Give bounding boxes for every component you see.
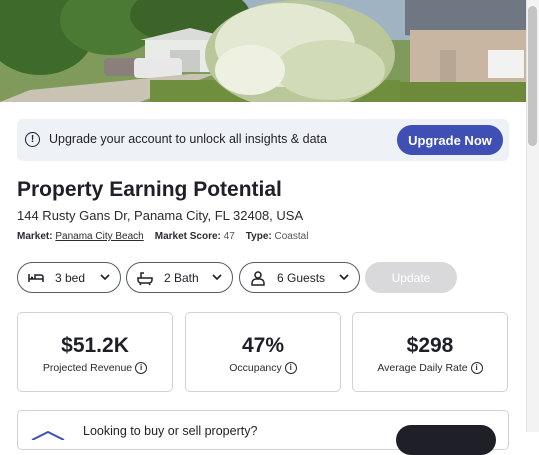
stat-card-occupancy: 47% Occupancy i [185,312,341,392]
bath-select[interactable]: 2 Bath [126,262,233,293]
update-button[interactable]: Update [365,262,457,293]
house-icon [30,427,66,445]
promo-button[interactable] [396,425,496,455]
promo-card: Looking to buy or sell property? [17,410,509,455]
market-score-label: Market Score: [154,231,221,242]
market-score-value: 47 [223,231,235,242]
info-icon[interactable]: i [135,362,148,375]
bed-select[interactable]: 3 bed [17,262,121,293]
stat-card-revenue: $51.2K Projected Revenue i [17,312,173,392]
type-value: Coastal [274,231,309,242]
stat-label-text: Projected Revenue [42,362,133,374]
promo-text: Looking to buy or sell property? [83,424,258,438]
stat-card-adr: $298 Average Daily Rate i [352,312,508,392]
info-icon[interactable]: i [284,362,297,375]
stat-value: $51.2K [61,334,129,357]
market-label: Market: [17,231,53,242]
info-icon[interactable]: i [470,362,483,375]
page-title: Property Earning Potential [17,178,282,201]
guests-select-value: 6 Guests [277,271,326,285]
stat-label: Projected Revenue i [18,362,172,375]
bath-select-value: 2 Bath [164,271,199,285]
person-icon [250,270,266,289]
chevron-down-icon [98,269,112,288]
chevron-down-icon [337,269,351,288]
property-photo [0,0,526,102]
bed-select-value: 3 bed [55,271,86,285]
stat-value: $298 [406,334,454,357]
upgrade-banner-text: Upgrade your account to unlock all insig… [49,132,327,146]
scrollbar-thumb[interactable] [528,6,537,146]
property-address: 144 Rusty Gans Dr, Panama City, FL 32408… [17,208,304,223]
guests-select[interactable]: 6 Guests [239,262,360,293]
stat-value: 47% [241,334,285,357]
stat-label-text: Average Daily Rate [377,362,468,374]
bathtub-icon [137,270,153,289]
upgrade-now-button[interactable]: Upgrade Now [397,125,503,155]
stat-label-text: Occupancy [229,362,282,374]
bed-icon [28,270,44,289]
chevron-down-icon [210,269,224,288]
property-meta: Market: Panama City Beach Market Score: … [17,231,308,242]
market-link[interactable]: Panama City Beach [55,231,143,242]
stat-label: Occupancy i [186,362,340,375]
info-icon: ! [25,132,40,147]
type-label: Type: [245,231,272,242]
stat-label: Average Daily Rate i [353,362,507,375]
